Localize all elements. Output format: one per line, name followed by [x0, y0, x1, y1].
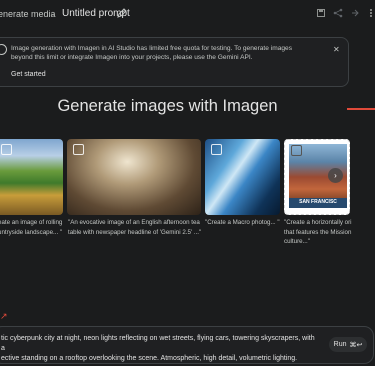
share-icon[interactable]: [333, 8, 343, 18]
get-started-link[interactable]: Get started: [11, 71, 46, 78]
edit-pencil-icon[interactable]: [117, 8, 127, 18]
expand-icon[interactable]: [211, 144, 222, 155]
compare-icon[interactable]: [350, 8, 360, 18]
quota-banner: Image generation with Imagen in AI Studi…: [0, 37, 349, 87]
expand-icon[interactable]: [291, 145, 302, 156]
save-icon[interactable]: [316, 8, 326, 18]
card-caption: "Create a Macro photog... ": [205, 219, 280, 226]
page-title: Generate images with Imagen: [57, 97, 278, 115]
card-caption: eate an image of rolling untryside lands…: [0, 219, 63, 236]
breadcrumb-separator: ›: [52, 8, 55, 18]
top-bar: enerate media › Untitled prompt: [0, 0, 375, 28]
run-label: Run: [333, 341, 347, 348]
accent-divider: [347, 108, 375, 110]
cursor-marker: ↗: [0, 311, 8, 321]
sample-card-macro-photo[interactable]: [205, 139, 280, 215]
info-icon: [0, 44, 7, 55]
run-shortcut: ⌘↩: [349, 341, 363, 349]
sample-card-afternoon-tea[interactable]: [67, 139, 201, 215]
breadcrumb-generate-media[interactable]: enerate media: [0, 9, 56, 19]
sample-card-landscape[interactable]: [0, 139, 63, 215]
card-caption: "Create a horizontally ori that features…: [284, 219, 352, 245]
more-options-icon[interactable]: [366, 8, 375, 18]
prompt-input[interactable]: tic cyberpunk city at night, neon lights…: [0, 326, 374, 364]
expand-icon[interactable]: [73, 144, 84, 155]
close-icon[interactable]: ✕: [333, 45, 340, 54]
carousel-next-icon[interactable]: ›: [328, 168, 343, 183]
banner-message: Image generation with Imagen in AI Studi…: [11, 45, 293, 62]
expand-icon[interactable]: [1, 144, 12, 155]
run-button[interactable]: Run ⌘↩: [329, 337, 367, 352]
card-caption: "An evocative image of an English aftern…: [68, 219, 202, 236]
stamp-city-label: SAN FRANCISC: [299, 199, 337, 205]
prompt-text[interactable]: tic cyberpunk city at night, neon lights…: [1, 334, 319, 364]
